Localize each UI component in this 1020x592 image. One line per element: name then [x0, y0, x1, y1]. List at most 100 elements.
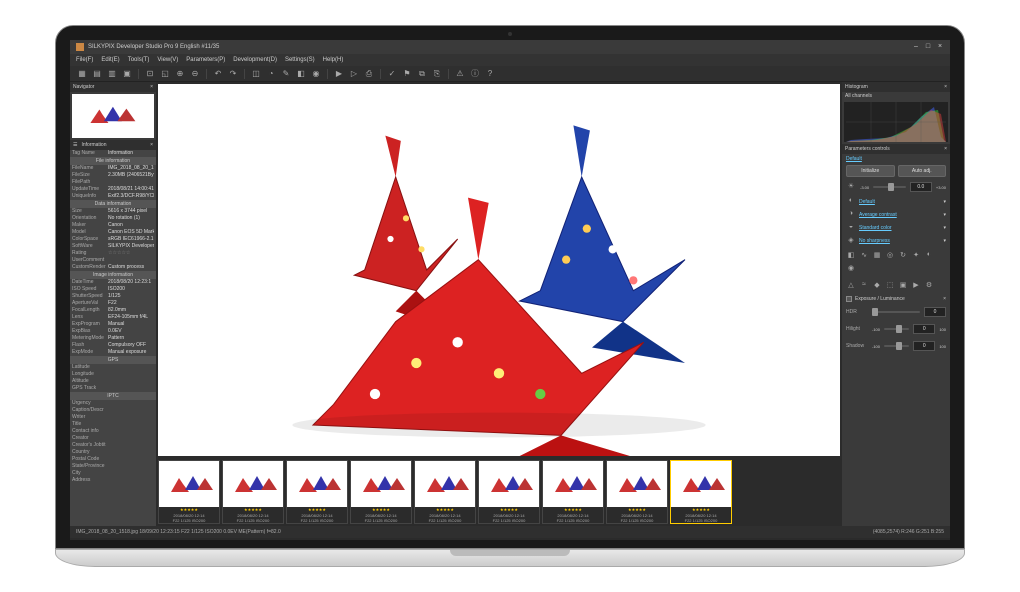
thumbnail[interactable]: ★★★★★2018/08/20 12:14F22 1/125 ISO200 — [414, 460, 476, 524]
effect-icon[interactable]: ✦ — [911, 251, 921, 261]
wb-link[interactable]: Default — [859, 199, 875, 205]
thumbnail[interactable]: ★★★★★2018/08/20 12:14F22 1/125 ISO200 — [222, 460, 284, 524]
thumbnail[interactable]: ★★★★★2018/08/20 12:14F22 1/125 ISO200 — [478, 460, 540, 524]
rotate-icon[interactable]: ↻ — [898, 251, 908, 261]
default-link[interactable]: Default — [846, 156, 946, 162]
info-icon[interactable]: ⓘ — [469, 68, 481, 80]
navigator-thumbnail[interactable] — [72, 94, 154, 138]
settings-icon[interactable]: ⚙ — [924, 281, 934, 291]
mark-icon[interactable]: ✓ — [386, 68, 398, 80]
grid-icon[interactable]: ▤ — [91, 68, 103, 80]
highlight-icon[interactable]: △ — [846, 281, 856, 291]
print-icon[interactable]: ⎙ — [363, 68, 375, 80]
info-tabs-close[interactable]: × — [150, 142, 153, 148]
chevron-down-icon[interactable]: ▾ — [943, 199, 946, 205]
hdr-slider[interactable]: HDR 0 — [846, 305, 946, 319]
zoomin-icon[interactable]: ⊕ — [174, 68, 186, 80]
row-postal: Postal Code — [70, 456, 156, 463]
initialize-button[interactable]: Initialize — [846, 165, 895, 177]
warn-icon[interactable]: ⚠ — [454, 68, 466, 80]
close-button[interactable]: × — [936, 43, 944, 51]
lens-icon[interactable]: ◎ — [885, 251, 895, 261]
batch-icon[interactable]: ▷ — [348, 68, 360, 80]
menu-view[interactable]: View(V) — [157, 57, 178, 63]
exp-lum-check[interactable] — [846, 296, 852, 302]
nr-icon[interactable]: ▦ — [872, 251, 882, 261]
redeye-icon[interactable]: ◉ — [310, 68, 322, 80]
params-close[interactable]: × — [944, 146, 947, 152]
minimize-button[interactable]: – — [912, 43, 920, 51]
row-filesize: FileSize2.30MB (2406521Byte) — [70, 172, 156, 179]
dehaze-icon[interactable]: ≈ — [859, 281, 869, 291]
menu-file[interactable]: File(F) — [76, 57, 93, 63]
contrast-link[interactable]: Average contrast — [859, 212, 897, 218]
crop2-icon[interactable]: ▣ — [898, 281, 908, 291]
exposure-value[interactable]: 0.0 — [910, 182, 932, 192]
thumbnail[interactable]: ★★★★★2018/08/20 12:14F22 1/125 ISO200 — [350, 460, 412, 524]
row-rating: Rating☆☆☆☆☆ — [70, 250, 156, 257]
partial-icon[interactable]: ⬚ — [885, 281, 895, 291]
preview-icon[interactable]: ▣ — [121, 68, 133, 80]
info-tab-icon[interactable]: ☰ — [73, 142, 77, 148]
menu-settings[interactable]: Settings(S) — [285, 57, 315, 63]
menu-edit[interactable]: Edit(E) — [101, 57, 119, 63]
channels-dropdown[interactable]: All channels — [842, 92, 950, 100]
fit-icon[interactable]: ⊡ — [144, 68, 156, 80]
copy-icon[interactable]: ⧉ — [416, 68, 428, 80]
compare-icon[interactable]: ▥ — [106, 68, 118, 80]
thumbnail[interactable]: ★★★★★2018/08/20 12:14F22 1/125 ISO200 — [158, 460, 220, 524]
rotate-left-icon[interactable]: ↶ — [212, 68, 224, 80]
thumbnail[interactable]: ★★★★★2018/08/20 12:14F22 1/125 ISO200 — [606, 460, 668, 524]
filmstrip[interactable]: ★★★★★2018/08/20 12:14F22 1/125 ISO200★★★… — [156, 458, 842, 526]
row-country: Country — [70, 449, 156, 456]
maximize-button[interactable]: □ — [924, 43, 932, 51]
zoomout-icon[interactable]: ⊖ — [189, 68, 201, 80]
menu-tools[interactable]: Tools(T) — [128, 57, 150, 63]
row-address: Address — [70, 477, 156, 484]
thumbnail[interactable]: ★★★★★2018/08/20 12:14F22 1/125 ISO200 — [670, 460, 732, 524]
zoom100-icon[interactable]: ◱ — [159, 68, 171, 80]
sharp-link[interactable]: No sharpness — [859, 238, 890, 244]
section-image: Image information — [70, 271, 156, 279]
info-tab-label[interactable]: Information — [81, 142, 106, 148]
thumbnail[interactable]: ★★★★★2018/08/20 12:14F22 1/125 ISO200 — [542, 460, 604, 524]
spot-icon[interactable]: ◔ — [265, 68, 277, 80]
flag-icon[interactable]: ⚑ — [401, 68, 413, 80]
rotate-right-icon[interactable]: ↷ — [227, 68, 239, 80]
monochrome-icon[interactable]: ◐ — [924, 251, 934, 261]
row-orientation: OrientationNo rotation (1) — [70, 215, 156, 222]
finecolor-icon[interactable]: ◆ — [872, 281, 882, 291]
row-uniqueinfo: UniqueInfoExif2.3/DCF.R98/YCbCr — [70, 193, 156, 200]
tone-icon[interactable]: ◧ — [846, 251, 856, 261]
exposure-slider[interactable]: ☀ -3.00 0.0 +3.00 — [846, 180, 946, 194]
thumbnail[interactable]: ★★★★★2018/08/20 12:14F22 1/125 ISO200 — [286, 460, 348, 524]
row-alt: Altitude — [70, 378, 156, 385]
crop-icon[interactable]: ◫ — [250, 68, 262, 80]
nav-close-icon[interactable]: × — [150, 84, 153, 90]
params-header: Parameters controls × — [842, 144, 950, 154]
brush-icon[interactable]: ✎ — [280, 68, 292, 80]
develop2-icon[interactable]: ▶ — [911, 281, 921, 291]
row-contact: Contact info — [70, 428, 156, 435]
hilight-slider[interactable]: Hilight -100 0 100 — [846, 322, 946, 336]
histo-close[interactable]: × — [944, 84, 947, 90]
help-icon[interactable]: ? — [484, 68, 496, 80]
color-link[interactable]: Standard color — [859, 225, 892, 231]
shadow-slider[interactable]: Shadow -100 0 100 — [846, 339, 946, 353]
preview-image[interactable] — [158, 84, 840, 456]
browse-icon[interactable]: ▦ — [76, 68, 88, 80]
develop-icon[interactable]: ▶ — [333, 68, 345, 80]
curve-icon[interactable]: ∿ — [859, 251, 869, 261]
paste-icon[interactable]: ⎘ — [431, 68, 443, 80]
exposure-icon: ☀ — [846, 182, 856, 192]
autoadj-button[interactable]: Auto adj. — [898, 165, 947, 177]
hsl-icon[interactable]: ◉ — [846, 264, 856, 274]
section-iptc: IPTC — [70, 392, 156, 400]
window-title: SILKYPIX Developer Studio Pro 9 English … — [88, 44, 908, 50]
menu-help[interactable]: Help(H) — [323, 57, 344, 63]
exp-lum-section[interactable]: Exposure / Luminance × — [846, 296, 946, 302]
eraser-icon[interactable]: ◧ — [295, 68, 307, 80]
menu-development[interactable]: Development(D) — [233, 57, 277, 63]
menu-parameters[interactable]: Parameters(P) — [186, 57, 225, 63]
camera-dot — [508, 32, 512, 36]
